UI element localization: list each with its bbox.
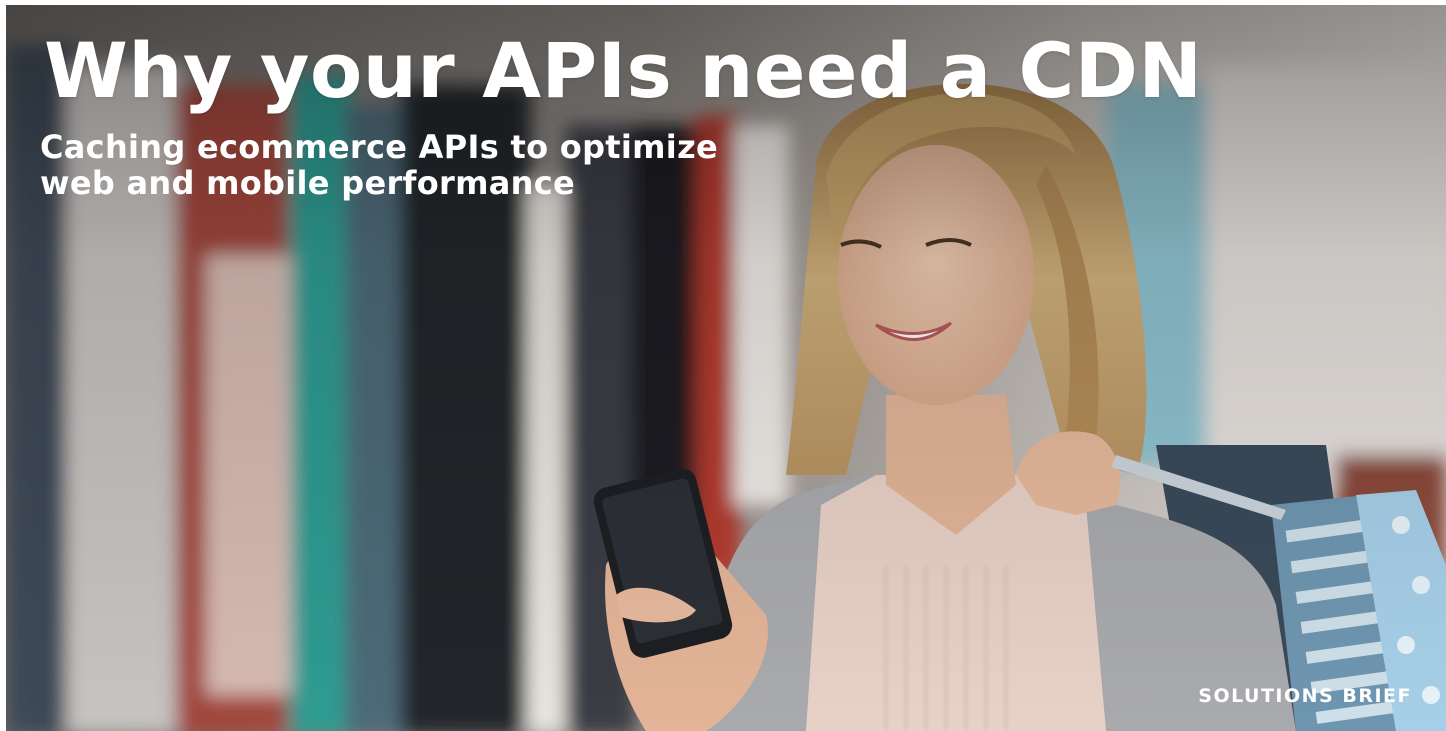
- page-title: Why your APIs need a CDN: [44, 26, 1203, 115]
- hero-banner: Why your APIs need a CDN Caching ecommer…: [6, 5, 1446, 731]
- page-subtitle: Caching ecommerce APIs to optimize web a…: [40, 128, 718, 202]
- document-type-label: SOLUTIONS BRIEF: [1198, 685, 1412, 707]
